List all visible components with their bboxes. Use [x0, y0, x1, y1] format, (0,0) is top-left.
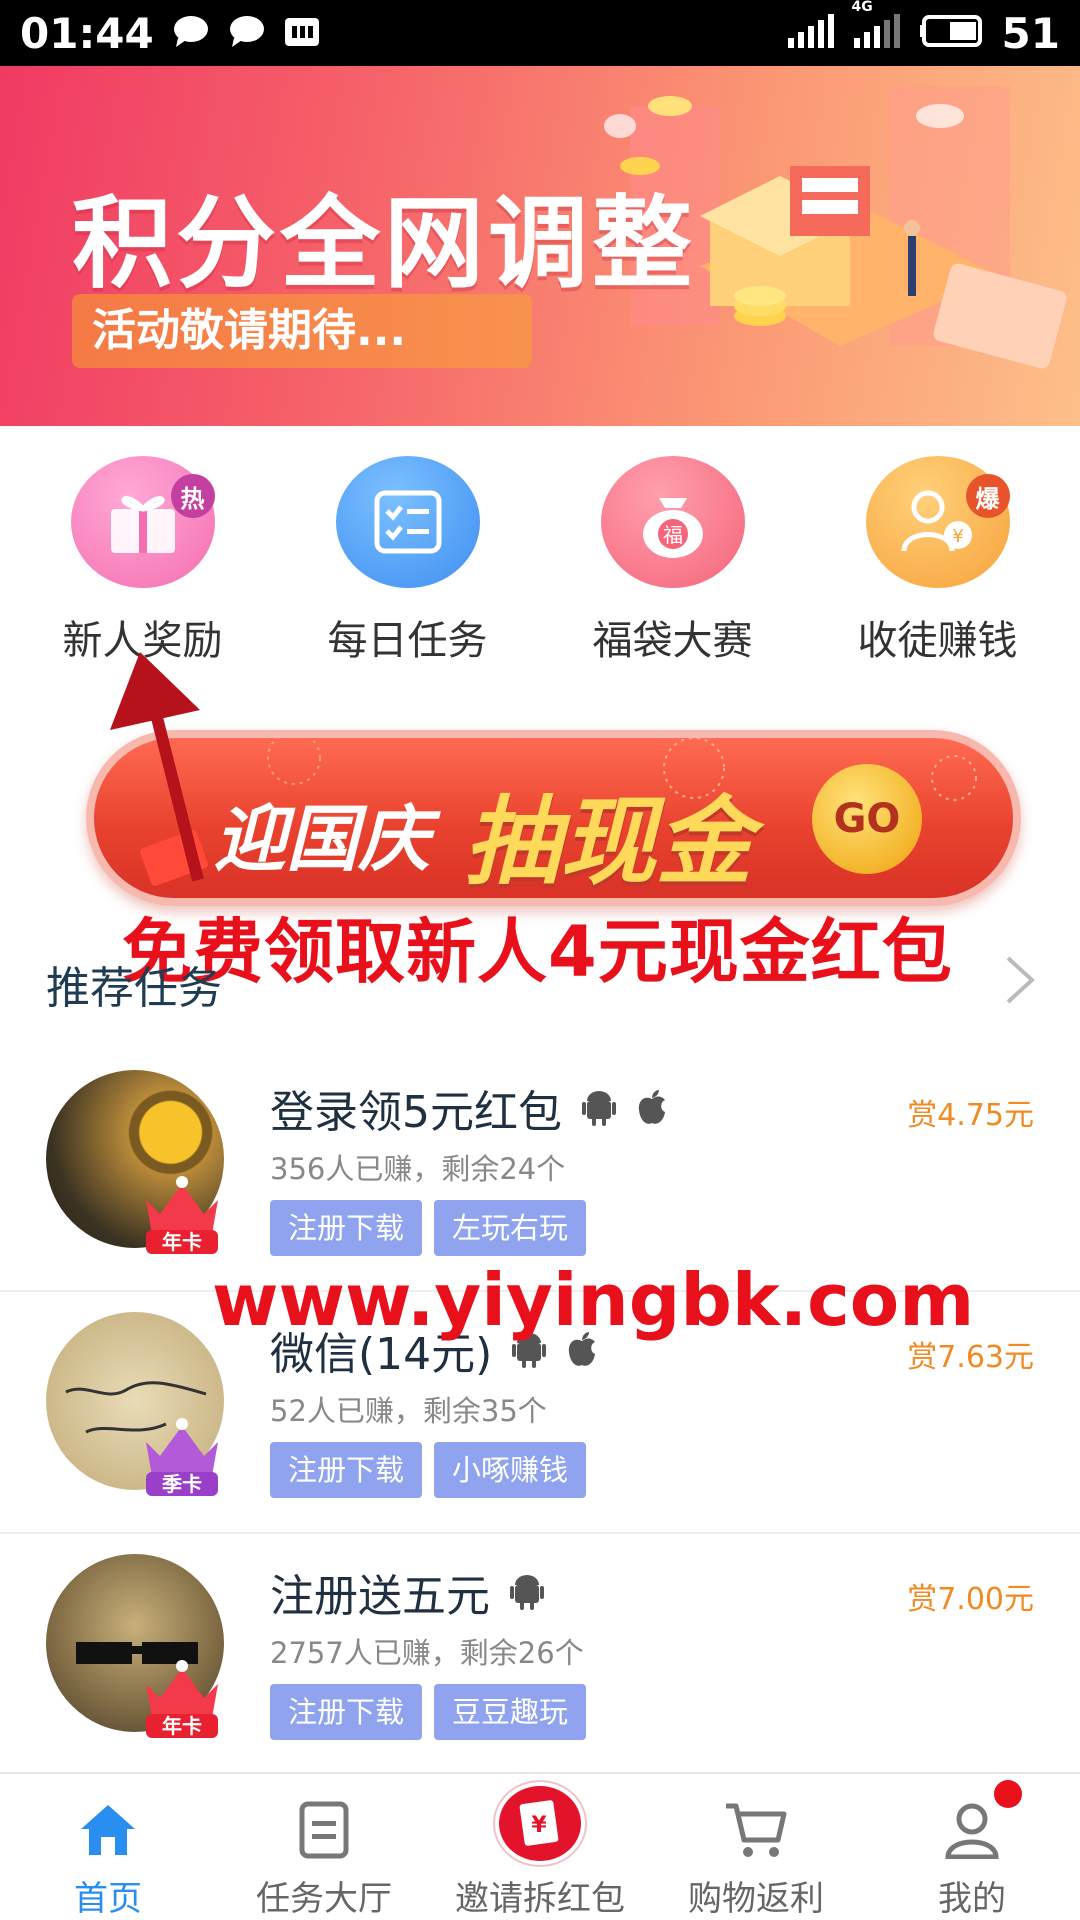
nav-me[interactable]: 我的 — [864, 1774, 1080, 1920]
nav-task-hall[interactable]: 任务大厅 — [216, 1774, 432, 1920]
nav-label: 首页 — [74, 1879, 142, 1919]
crown-icon: 季卡 — [146, 1418, 218, 1496]
nav-shopping-rebate[interactable]: 购物返利 — [648, 1774, 864, 1920]
task-item[interactable]: 年卡 登录领5元红包 356人已赚，剩余24个 赏4.75元 注册下载 左玩右玩 — [0, 1050, 1080, 1292]
task-title: 登录领5元红包 — [270, 1076, 668, 1140]
promo-text-welcome: 迎国庆 — [214, 797, 431, 881]
nav-label: 购物返利 — [688, 1879, 824, 1919]
recommended-tasks-header[interactable]: 推荐任务 — [0, 940, 1080, 1020]
signal-4g-icon: 4G — [852, 0, 904, 58]
signal-icon — [786, 9, 836, 58]
task-tags: 注册下载 小啄赚钱 — [270, 1442, 587, 1498]
quick-item-lucky-bag-contest[interactable]: 福 福袋大赛 — [540, 456, 805, 666]
task-tags: 注册下载 左玩右玩 — [270, 1200, 587, 1256]
task-stats: 356人已赚，剩余24个 — [270, 1152, 566, 1186]
svg-text:¥: ¥ — [531, 1813, 547, 1838]
cart-icon — [724, 1798, 788, 1861]
document-icon — [292, 1798, 356, 1861]
quick-item-label: 每日任务 — [327, 618, 488, 664]
nav-invite-red-envelope[interactable]: ¥ 邀请拆红包 — [432, 1774, 648, 1920]
user-icon — [940, 1798, 1004, 1861]
bottom-nav: 首页 任务大厅 ¥ 邀请拆红包 购物返利 我的 — [0, 1772, 1080, 1920]
chat-bubble-icon — [228, 9, 266, 58]
promo-banner[interactable]: 积分全网调整 活动敬请期待... — [0, 66, 1080, 426]
svg-text:福: 福 — [663, 523, 683, 547]
banner-subtitle: 活动敬请期待... — [72, 294, 532, 368]
checklist-icon — [335, 456, 480, 588]
quick-item-daily-tasks[interactable]: 每日任务 — [275, 456, 540, 666]
task-tags: 注册下载 豆豆趣玩 — [270, 1684, 587, 1740]
promo-text-cash: 抽现金 — [464, 786, 752, 898]
task-title-text: 登录领5元红包 — [270, 1087, 562, 1138]
notification-dot — [994, 1780, 1022, 1808]
task-tag[interactable]: 豆豆趣玩 — [434, 1684, 587, 1740]
quick-menu: 热 新人奖励 每日任务 福 福袋大赛 ¥ 爆 收徒赚钱 — [0, 456, 1080, 666]
crown-icon: 年卡 — [146, 1660, 218, 1738]
task-stats: 52人已赚，剩余35个 — [270, 1394, 547, 1428]
app-screen: 01:44 4G 51 积分全网调整 活动敬请期待... 热 新人奖励 每日任务… — [0, 0, 1080, 1920]
users-coin-icon: ¥ 爆 — [865, 456, 1010, 588]
task-tag[interactable]: 左玩右玩 — [434, 1200, 587, 1256]
gift-icon: 热 — [70, 456, 215, 588]
svg-text:¥: ¥ — [952, 526, 963, 547]
chevron-right-icon[interactable] — [1000, 954, 1040, 1006]
crown-icon: 年卡 — [146, 1176, 218, 1254]
nav-label: 我的 — [938, 1879, 1006, 1919]
task-tag[interactable]: 小啄赚钱 — [434, 1442, 587, 1498]
task-tag[interactable]: 注册下载 — [270, 1684, 423, 1740]
arrow-icon — [110, 652, 204, 882]
section-title: 推荐任务 — [46, 963, 222, 1014]
task-title-text: 注册送五元 — [270, 1571, 490, 1622]
android-icon — [510, 1575, 544, 1610]
red-envelope-icon: ¥ — [495, 1782, 585, 1865]
promo-go-button[interactable]: GO — [812, 764, 922, 874]
home-icon — [76, 1798, 140, 1861]
svg-text:季卡: 季卡 — [161, 1472, 202, 1496]
quick-item-recruit-earn[interactable]: ¥ 爆 收徒赚钱 — [805, 456, 1070, 666]
hot-badge: 爆 — [965, 474, 1010, 518]
task-title: 注册送五元 — [270, 1560, 544, 1624]
task-stats: 2757人已赚，剩余26个 — [270, 1636, 584, 1670]
status-bar: 01:44 4G 51 — [0, 0, 1080, 66]
apple-icon — [638, 1090, 665, 1124]
quick-item-label: 收徒赚钱 — [857, 618, 1018, 664]
task-reward: 赏4.75元 — [907, 1098, 1034, 1133]
task-tag[interactable]: 注册下载 — [270, 1200, 423, 1256]
svg-text:年卡: 年卡 — [162, 1230, 202, 1254]
nav-home[interactable]: 首页 — [0, 1774, 216, 1920]
svg-text:年卡: 年卡 — [162, 1714, 202, 1738]
quick-item-newcomer-reward[interactable]: 热 新人奖励 — [10, 456, 275, 666]
android-icon — [582, 1091, 616, 1126]
network-label: 4G — [851, 0, 873, 15]
chat-bubble-icon — [172, 9, 210, 58]
nav-label: 任务大厅 — [256, 1879, 392, 1919]
hot-badge: 热 — [170, 474, 215, 518]
task-item[interactable]: 年卡 注册送五元 2757人已赚，剩余26个 赏7.00元 注册下载 豆豆趣玩 — [0, 1534, 1080, 1776]
task-reward: 赏7.00元 — [907, 1582, 1034, 1617]
overlay-url: www.yiyingbk.com — [212, 1258, 975, 1342]
lucky-bag-icon: 福 — [600, 456, 745, 588]
quick-item-label: 福袋大赛 — [592, 618, 753, 664]
task-tag[interactable]: 注册下载 — [270, 1442, 423, 1498]
sim-card-icon — [284, 9, 320, 58]
nav-label: 邀请拆红包 — [455, 1879, 625, 1919]
battery-level: 51 — [1001, 8, 1060, 58]
banner-title: 积分全网调整 — [72, 185, 696, 302]
status-time: 01:44 — [20, 8, 154, 58]
battery-icon — [919, 9, 986, 58]
